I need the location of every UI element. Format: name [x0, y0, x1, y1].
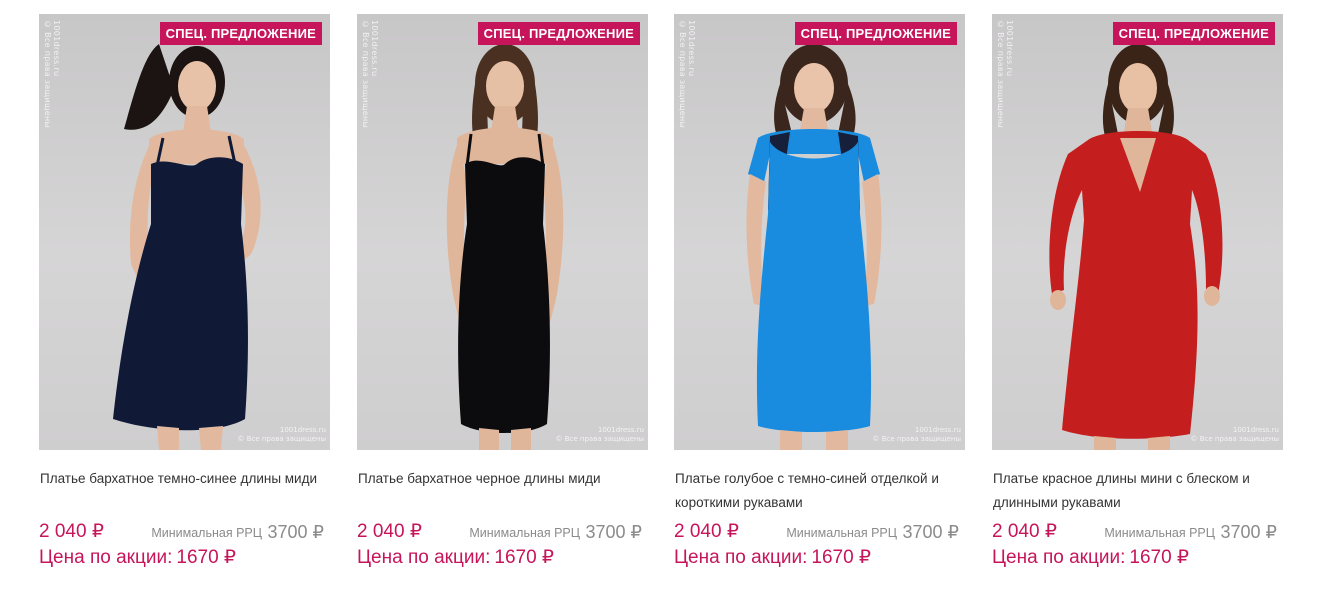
sale-label: Цена по акции: [357, 547, 491, 568]
product-card[interactable]: 1001dress.ru © Все права защищены 1001dre… [992, 14, 1283, 571]
product-image[interactable]: 1001dress.ru © Все права защищены 1001dre… [992, 14, 1283, 450]
model-photo [1049, 44, 1223, 450]
watermark: 1001dress.ru © Все права защищены [996, 20, 1014, 129]
watermark-corner: 1001dress.ru © Все права защищены [237, 426, 326, 443]
rrc-label: Минимальная РРЦ [151, 526, 263, 540]
rrc-value: 3700 ₽ [902, 522, 960, 542]
product-image[interactable]: 1001dress.ru © Все права защищены 1001dre… [674, 14, 965, 450]
special-offer-badge: СПЕЦ. ПРЕДЛОЖЕНИЕ [1112, 22, 1275, 45]
sale-value: 1670 ₽ [494, 547, 555, 568]
product-card[interactable]: 1001dress.ru © Все права защищены 1001dre… [357, 14, 648, 571]
sale-label: Цена по акции: [992, 547, 1126, 568]
watermark: 1001dress.ru © Все права защищены [43, 20, 61, 129]
price-row: 2 040 ₽ Минимальная РРЦ 3700 ₽ [357, 519, 648, 545]
rrc-value: 3700 ₽ [585, 522, 643, 542]
product-card[interactable]: 1001dress.ru © Все права защищены 1001dre… [39, 14, 330, 571]
price-row: 2 040 ₽ Минимальная РРЦ 3700 ₽ [674, 519, 965, 545]
product-price: 2 040 ₽ [39, 521, 104, 542]
sale-price: Цена по акции: 1670 ₽ [39, 545, 330, 571]
model-photo [446, 44, 564, 450]
min-rrc: Минимальная РРЦ 3700 ₽ [786, 522, 959, 543]
product-card[interactable]: 1001dress.ru © Все права защищены 1001dre… [674, 14, 965, 571]
sale-label: Цена по акции: [39, 547, 173, 568]
product-price: 2 040 ₽ [357, 521, 422, 542]
rrc-value: 3700 ₽ [1220, 522, 1278, 542]
product-image[interactable]: 1001dress.ru © Все права защищены 1001dre… [39, 14, 330, 450]
sale-label: Цена по акции: [674, 547, 808, 568]
sale-value: 1670 ₽ [176, 547, 237, 568]
product-image[interactable]: 1001dress.ru © Все права защищены 1001dre… [357, 14, 648, 450]
sale-price: Цена по акции: 1670 ₽ [674, 545, 965, 571]
product-price: 2 040 ₽ [992, 521, 1057, 542]
price-row: 2 040 ₽ Минимальная РРЦ 3700 ₽ [39, 519, 330, 545]
sale-value: 1670 ₽ [811, 547, 872, 568]
min-rrc: Минимальная РРЦ 3700 ₽ [1104, 522, 1277, 543]
watermark-corner: 1001dress.ru © Все права защищены [555, 426, 644, 443]
model-photo [113, 44, 261, 450]
product-title[interactable]: Платье бархатное темно-синее длины миди [39, 467, 330, 515]
special-offer-badge: СПЕЦ. ПРЕДЛОЖЕНИЕ [794, 22, 957, 45]
rrc-value: 3700 ₽ [267, 522, 325, 542]
price-row: 2 040 ₽ Минимальная РРЦ 3700 ₽ [992, 519, 1283, 545]
product-title[interactable]: Платье бархатное черное длины миди [357, 467, 648, 515]
watermark: 1001dress.ru © Все права защищены [678, 20, 696, 129]
min-rrc: Минимальная РРЦ 3700 ₽ [469, 522, 642, 543]
product-title[interactable]: Платье красное длины мини с блеском и дл… [992, 467, 1283, 515]
rrc-label: Минимальная РРЦ [469, 526, 581, 540]
model-photo [746, 44, 882, 450]
sale-price: Цена по акции: 1670 ₽ [357, 545, 648, 571]
special-offer-badge: СПЕЦ. ПРЕДЛОЖЕНИЕ [477, 22, 640, 45]
product-price: 2 040 ₽ [674, 521, 739, 542]
rrc-label: Минимальная РРЦ [786, 526, 898, 540]
sale-value: 1670 ₽ [1129, 547, 1190, 568]
min-rrc: Минимальная РРЦ 3700 ₽ [151, 522, 324, 543]
special-offer-badge: СПЕЦ. ПРЕДЛОЖЕНИЕ [159, 22, 322, 45]
product-title[interactable]: Платье голубое с темно-синей отделкой и … [674, 467, 965, 515]
rrc-label: Минимальная РРЦ [1104, 526, 1216, 540]
watermark-corner: 1001dress.ru © Все права защищены [1190, 426, 1279, 443]
watermark-corner: 1001dress.ru © Все права защищены [872, 426, 961, 443]
sale-price: Цена по акции: 1670 ₽ [992, 545, 1283, 571]
watermark: 1001dress.ru © Все права защищены [361, 20, 379, 129]
